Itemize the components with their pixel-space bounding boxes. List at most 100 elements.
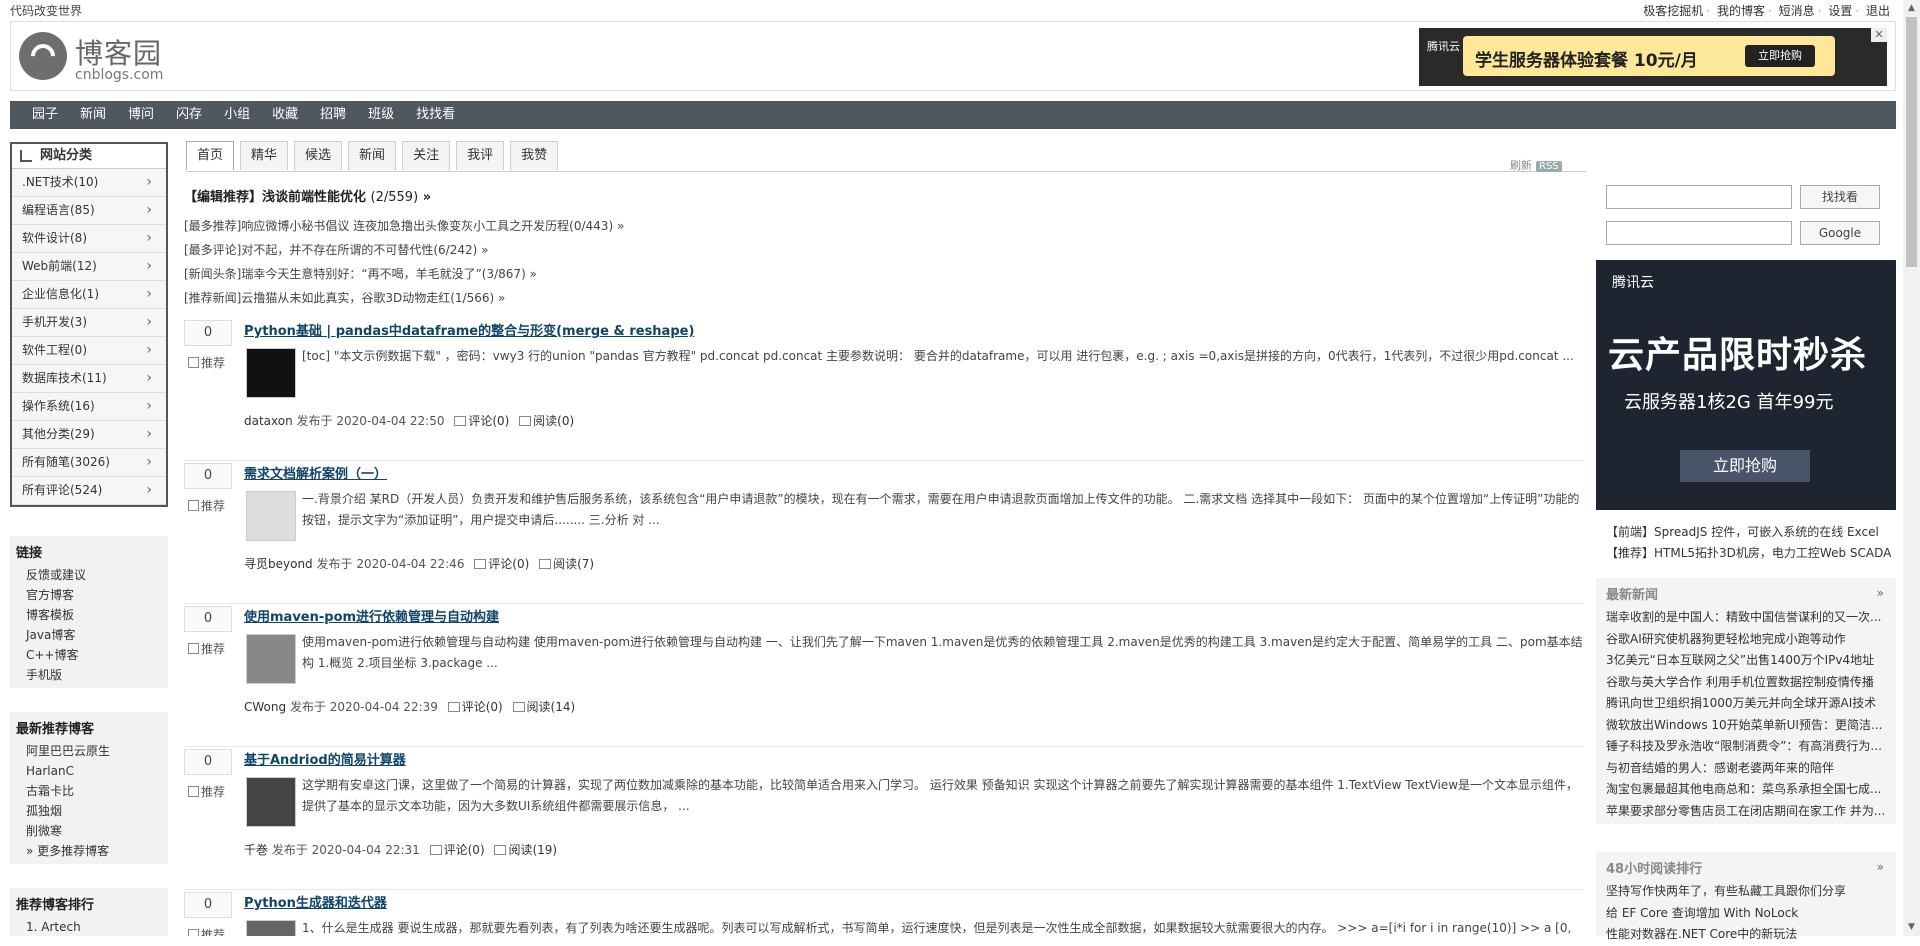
post-views[interactable]: 阅读(14) [527, 700, 576, 714]
link-my-blog[interactable]: 我的博客 [1717, 4, 1765, 18]
blogger-link[interactable]: 阿里巴巴云原生 [16, 741, 162, 761]
more-bloggers-link[interactable]: » 更多推荐博客 [16, 841, 162, 861]
author-avatar[interactable] [246, 634, 296, 684]
ad-text-link[interactable]: 【前端】SpreadJS 控件，可嵌入系统的在线 Excel [1606, 522, 1891, 543]
category-item[interactable]: 手机开发(3) › [12, 309, 166, 337]
zzk-search-input[interactable] [1606, 185, 1792, 209]
post-author[interactable]: dataxon [244, 414, 293, 428]
header-ad-banner[interactable]: 腾讯云 学生服务器体验套餐 10元/月 立即抢购 ✕ [1419, 28, 1887, 86]
post-author[interactable]: CWong [244, 700, 286, 714]
link-messages[interactable]: 短消息 [1779, 4, 1815, 18]
blogger-link[interactable]: 古霜卡比 [16, 781, 162, 801]
latest-news-title[interactable]: 最新新闻 [1606, 584, 1886, 603]
digg-count[interactable]: 0 [184, 606, 232, 632]
nav-ing[interactable]: 闪存 [176, 101, 202, 129]
scroll-down-icon[interactable]: ▼ [1903, 919, 1920, 936]
rank-post-item[interactable]: 性能对数器在.NET Core中的新玩法 [1606, 924, 1886, 946]
tab-featured[interactable]: 精华 [240, 141, 289, 170]
link-official-blog[interactable]: 官方博客 [16, 585, 162, 605]
category-item[interactable]: 操作系统(16) › [12, 393, 166, 421]
news-item[interactable]: 锤子科技及罗永浩收“限制消费令”：有高消费行为... [1606, 736, 1886, 758]
tab-my-likes[interactable]: 我赞 [510, 141, 559, 170]
news-item[interactable]: 谷歌与英大学合作 利用手机位置数据控制疫情传播 [1606, 672, 1886, 694]
category-item[interactable]: Web前端(12) › [12, 253, 166, 281]
ad-close-icon[interactable]: ✕ [1871, 28, 1887, 42]
news-item[interactable]: 苹果要求部分零售店员工在闭店期间在家工作 并为... [1606, 801, 1886, 823]
link-cpp-blog[interactable]: C++博客 [16, 645, 162, 665]
zzk-search-button[interactable]: 找找看 [1800, 185, 1880, 209]
post-views[interactable]: 阅读(7) [553, 557, 594, 571]
post-author[interactable]: 千巻 [244, 843, 268, 857]
post-title[interactable]: Python基础 | pandas中dataframe的整合与形变(merge … [244, 320, 694, 339]
nav-home[interactable]: 园子 [32, 101, 58, 129]
scroll-thumb[interactable] [1906, 17, 1917, 267]
page-scrollbar[interactable]: ▲ ▼ [1903, 0, 1920, 936]
tab-news[interactable]: 新闻 [348, 141, 397, 170]
post-title[interactable]: 需求文档解析案例（一） [244, 463, 387, 482]
post-views[interactable]: 阅读(19) [508, 843, 557, 857]
post-comments[interactable]: 评论(0) [488, 557, 529, 571]
post-title[interactable]: 基于Andriod的简易计算器 [244, 749, 406, 768]
latest-news-more[interactable]: » [1877, 586, 1884, 600]
blogger-link[interactable]: 孤独烟 [16, 801, 162, 821]
category-item[interactable]: 软件工程(0) › [12, 337, 166, 365]
nav-favorites[interactable]: 收藏 [272, 101, 298, 129]
link-java-blog[interactable]: Java博客 [16, 625, 162, 645]
category-item[interactable]: 软件设计(8) › [12, 225, 166, 253]
link-blog-templates[interactable]: 博客模板 [16, 605, 162, 625]
header-ad-button[interactable]: 立即抢购 [1745, 45, 1815, 67]
category-item[interactable]: .NET技术(10) › [12, 169, 166, 197]
tab-candidates[interactable]: 候选 [294, 141, 343, 170]
link-feedback[interactable]: 反馈或建议 [16, 565, 162, 585]
tab-following[interactable]: 关注 [402, 141, 451, 170]
sidebar-ad[interactable]: 腾讯云 云产品限时秒杀 云服务器1核2G 首年99元 立即抢购 [1596, 260, 1896, 510]
tab-my-comments[interactable]: 我评 [456, 141, 505, 170]
author-avatar[interactable] [246, 920, 296, 936]
tab-home[interactable]: 首页 [186, 141, 235, 170]
digg-button[interactable]: 推荐 [188, 783, 225, 800]
news-item[interactable]: 腾讯向世卫组织捐1000万美元并向全球开源AI技术 [1606, 693, 1886, 715]
news-item[interactable]: 谷歌AI研究使机器狗更轻松地完成小跑等动作 [1606, 629, 1886, 651]
digg-button[interactable]: 推荐 [188, 640, 225, 657]
link-settings[interactable]: 设置 [1828, 4, 1852, 18]
nav-questions[interactable]: 博问 [128, 101, 154, 129]
scroll-up-icon[interactable]: ▲ [1903, 0, 1920, 17]
category-item[interactable]: 所有随笔(3026) › [12, 449, 166, 477]
google-search-input[interactable] [1606, 221, 1792, 245]
rank-post-item[interactable]: 坚持写作快两年了，有些私藏工具跟你们分享 [1606, 881, 1886, 903]
read-rank-more[interactable]: » [1877, 860, 1884, 874]
nav-groups[interactable]: 小组 [224, 101, 250, 129]
category-item[interactable]: 编程语言(85) › [12, 197, 166, 225]
digg-button[interactable]: 推荐 [188, 497, 225, 514]
rec-item[interactable]: [最多评论]对不起，并不存在所谓的不可替代性(6/242) » [184, 238, 624, 262]
news-item[interactable]: 微软放出Windows 10开始菜单新UI预告：更简洁... [1606, 715, 1886, 737]
sidebar-ad-button[interactable]: 立即抢购 [1680, 450, 1810, 482]
rec-item[interactable]: [推荐新闻]云撸猫从未如此真实，谷歌3D动物走红(1/566) » [184, 286, 624, 310]
author-avatar[interactable] [246, 491, 296, 541]
nav-classes[interactable]: 班级 [368, 101, 394, 129]
post-title[interactable]: Python生成器和迭代器 [244, 892, 387, 911]
post-views[interactable]: 阅读(0) [533, 414, 574, 428]
link-mobile[interactable]: 手机版 [16, 665, 162, 685]
category-item[interactable]: 其他分类(29) › [12, 421, 166, 449]
post-comments[interactable]: 评论(0) [444, 843, 485, 857]
rank-item[interactable]: 1. Artech [16, 917, 162, 937]
digg-count[interactable]: 0 [184, 463, 232, 489]
category-item[interactable]: 所有评论(524) › [12, 477, 166, 505]
author-avatar[interactable] [246, 348, 296, 398]
read-rank-title[interactable]: 48小时阅读排行 [1606, 858, 1886, 877]
post-title[interactable]: 使用maven-pom进行依赖管理与自动构建 [244, 606, 499, 625]
digg-count[interactable]: 0 [184, 892, 232, 918]
author-avatar[interactable] [246, 777, 296, 827]
rec-item[interactable]: [最多推荐]响应微博小秘书倡议 连夜加急撸出头像变灰小工具之开发历程(0/443… [184, 214, 624, 238]
refresh-link[interactable]: 刷新 [1510, 159, 1532, 172]
link-logout[interactable]: 退出 [1866, 4, 1890, 18]
news-item[interactable]: 淘宝包裹最超其他电商总和：菜鸟系承担全国七成... [1606, 779, 1886, 801]
ad-text-link[interactable]: 【推荐】HTML5拓扑3D机房，电力工控Web SCADA [1606, 543, 1891, 564]
digg-button[interactable]: 推荐 [188, 926, 225, 936]
digg-count[interactable]: 0 [184, 320, 232, 346]
digg-count[interactable]: 0 [184, 749, 232, 775]
news-item[interactable]: 瑞幸收割的是中国人：精致中国信誉谋利的又一次... [1606, 607, 1886, 629]
post-comments[interactable]: 评论(0) [462, 700, 503, 714]
nav-search[interactable]: 找找看 [416, 101, 455, 129]
